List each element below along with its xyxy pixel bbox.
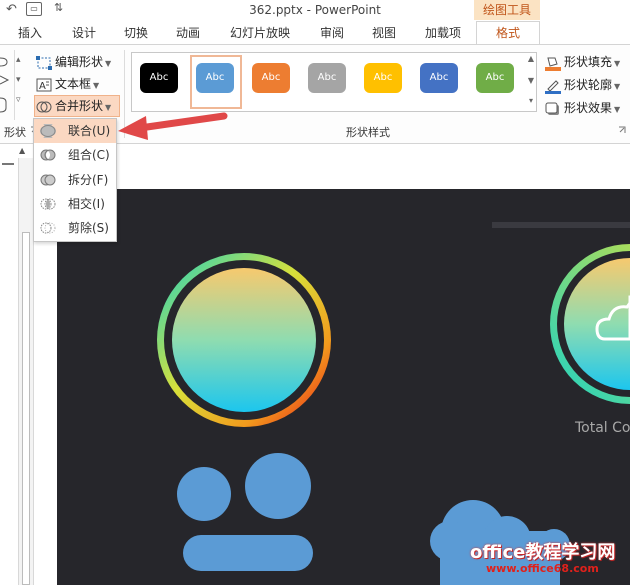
swatch-text: Abc (317, 72, 337, 83)
shape-fill-label: 形状填充 (564, 55, 613, 69)
scrollbar-thumb[interactable] (22, 232, 30, 585)
swatch-text: Abc (429, 72, 449, 83)
swatch-text: Abc (149, 72, 169, 83)
text-box-button[interactable]: A 文本框 ▼ (36, 74, 99, 94)
shape-fill-button[interactable]: 形状填充 ▼ (545, 52, 620, 72)
dialog-launcher-icon[interactable] (618, 126, 626, 134)
separator (14, 50, 15, 120)
gallery-up-icon[interactable]: ▲ (526, 54, 536, 63)
shape-circle-right[interactable] (245, 453, 311, 519)
text-box-label: 文本框 (55, 77, 92, 91)
shape-gallery-edge (0, 57, 10, 113)
style-swatch-orange[interactable]: Abc (252, 63, 290, 93)
text-box-icon: A (36, 78, 52, 92)
menu-item-label: 相交(I) (68, 197, 105, 211)
menu-item-label: 联合(U) (68, 124, 111, 138)
chevron-down-icon: ▼ (614, 59, 621, 68)
shape-outline-button[interactable]: 形状轮廓 ▼ (545, 75, 620, 95)
menu-item-label: 组合(C) (68, 148, 110, 162)
chevron-down-icon: ▼ (105, 59, 112, 68)
gallery-more-icon[interactable]: ▾ (526, 96, 536, 105)
tab-slideshow[interactable]: 幻灯片放映 (220, 22, 300, 44)
combine-icon (40, 149, 56, 161)
gradient-circle[interactable] (172, 268, 316, 412)
tab-addins[interactable]: 加载项 (418, 22, 468, 44)
tab-transitions[interactable]: 切换 (116, 22, 156, 44)
swatch-text: Abc (373, 72, 393, 83)
annotation-arrow-icon (118, 112, 228, 140)
fragment-icon (40, 174, 56, 186)
tab-view[interactable]: 视图 (364, 22, 404, 44)
shape-styles-group-label: 形状样式 (346, 126, 390, 139)
pencil-icon (545, 79, 561, 94)
style-swatch-blue[interactable]: Abc (196, 63, 234, 93)
union-icon (40, 124, 56, 138)
slide-bar (492, 222, 630, 228)
tab-design[interactable]: 设计 (64, 22, 104, 44)
style-swatch-gold[interactable]: Abc (364, 63, 402, 93)
menu-item-fragment[interactable]: 拆分(F) (34, 168, 116, 192)
watermark-url: www.office68.com (486, 562, 599, 575)
shape-circle-left[interactable] (177, 467, 231, 521)
menu-item-intersect[interactable]: 相交(I) (34, 192, 116, 216)
menu-item-label: 拆分(F) (68, 173, 109, 187)
shape-rounded-bar[interactable] (183, 535, 313, 571)
menu-item-label: 剪除(S) (68, 221, 109, 235)
menu-item-combine[interactable]: 组合(C) (34, 143, 116, 167)
menu-item-union[interactable]: 联合(U) (34, 119, 116, 143)
edit-shape-icon (36, 55, 52, 70)
chevron-down-icon: ▼ (614, 82, 621, 91)
chevron-down-icon: ▼ (93, 81, 100, 90)
chevron-down-icon: ▼ (105, 103, 112, 112)
merge-shapes-button[interactable]: 合并形状 ▼ (36, 96, 111, 116)
tab-format[interactable]: 格式 (476, 21, 540, 45)
tab-animations[interactable]: 动画 (168, 22, 208, 44)
menu-item-subtract[interactable]: 剪除(S) (34, 216, 116, 240)
insert-shapes-group-label: 形状 (4, 126, 26, 139)
slide-caption: Total Co (575, 420, 630, 436)
panel-indicator (2, 163, 14, 165)
shape-effects-label: 形状效果 (564, 101, 613, 115)
style-swatch-dark-blue[interactable]: Abc (420, 63, 458, 93)
style-swatch-green[interactable]: Abc (476, 63, 514, 93)
style-swatch-black[interactable]: Abc (140, 63, 178, 93)
shape-effects-icon (545, 102, 559, 115)
paint-bucket-icon (545, 57, 561, 71)
swatch-text: Abc (485, 72, 505, 83)
merge-shapes-label: 合并形状 (55, 99, 104, 113)
tab-insert[interactable]: 插入 (8, 22, 52, 44)
swatch-text: Abc (205, 72, 225, 83)
slide-graphics (157, 222, 630, 585)
gallery-scroll-icon[interactable]: ▴ ▾ ▿ (16, 50, 21, 110)
swatch-text: Abc (261, 72, 281, 83)
scroll-up-icon[interactable]: ▲ (19, 146, 25, 155)
chevron-down-icon: ▼ (614, 105, 621, 114)
tab-review[interactable]: 审阅 (312, 22, 352, 44)
subtract-icon (40, 222, 56, 234)
edit-shape-button[interactable]: 编辑形状 ▼ (36, 52, 111, 72)
gallery-down-icon[interactable]: ▼ (526, 76, 536, 85)
shape-effects-button[interactable]: 形状效果 ▼ (545, 98, 620, 118)
svg-text:A: A (39, 81, 46, 92)
shape-outline-label: 形状轮廓 (564, 78, 613, 92)
drawing-tools-context-label: 绘图工具 (474, 0, 540, 20)
watermark-title: office教程学习网 (470, 542, 616, 563)
merge-shapes-icon (36, 101, 52, 112)
edit-shape-label: 编辑形状 (55, 55, 104, 69)
intersect-icon (40, 198, 56, 210)
style-swatch-gray[interactable]: Abc (308, 63, 346, 93)
